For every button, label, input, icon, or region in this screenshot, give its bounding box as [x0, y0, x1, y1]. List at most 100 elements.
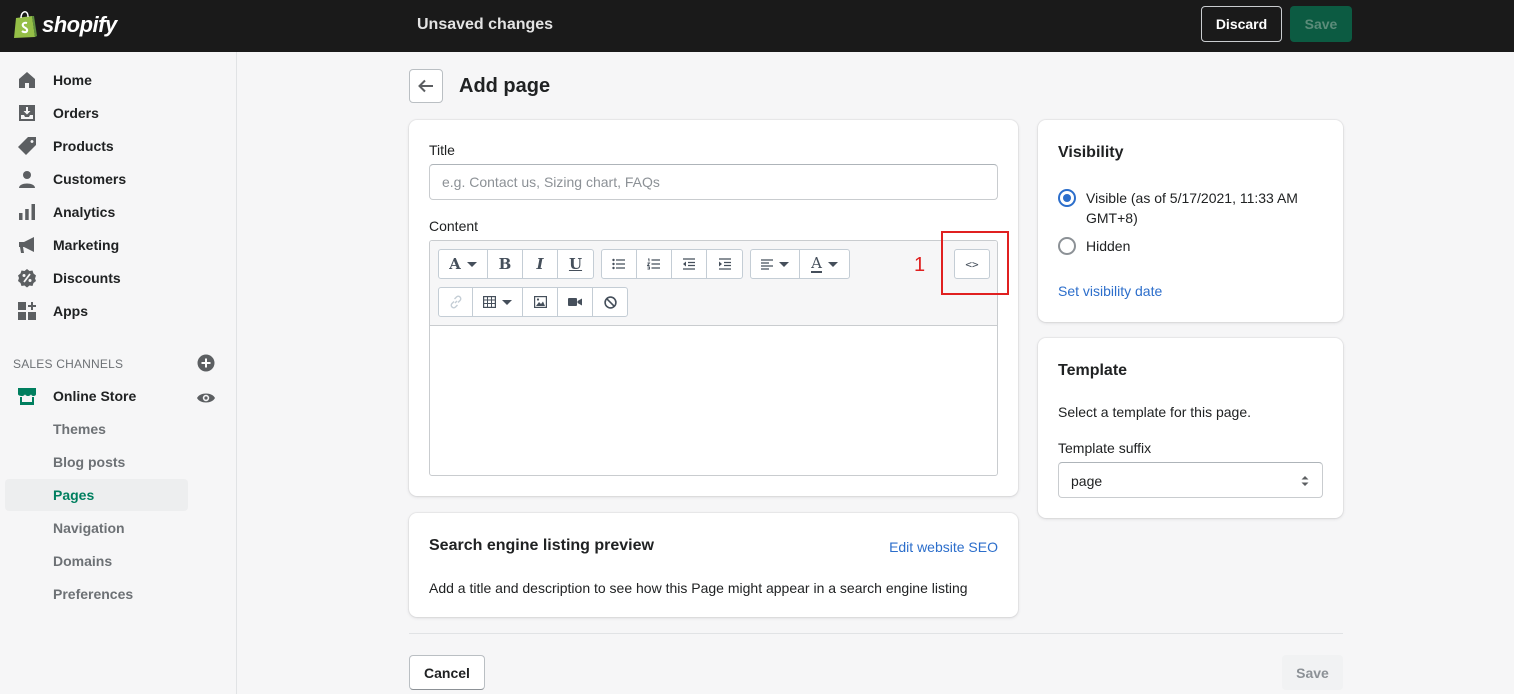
hidden-radio[interactable] [1058, 237, 1076, 255]
sidebar-subitem-navigation[interactable]: Navigation [5, 512, 188, 544]
font-style-dropdown[interactable]: A [439, 250, 488, 278]
bold-icon: B [498, 255, 512, 273]
bold-button[interactable]: B [488, 250, 523, 278]
sidebar-subitem-label: Preferences [53, 586, 134, 602]
sales-channels-heading: SALES CHANNELS [13, 357, 124, 371]
insert-image-button[interactable] [523, 288, 558, 316]
select-arrows-icon [1301, 476, 1309, 486]
alignment-dropdown[interactable] [751, 250, 800, 278]
text-format-group: A B I U [438, 249, 594, 279]
sidebar-item-analytics[interactable]: Analytics [0, 196, 237, 228]
page-title: Add page [459, 75, 551, 97]
sidebar: Home Orders Products Customers Analytics… [0, 52, 237, 694]
list-format-group [601, 249, 743, 279]
insert-link-button[interactable] [439, 288, 473, 316]
sidebar-subitem-label: Pages [53, 487, 95, 503]
shopify-bag-icon [14, 11, 37, 38]
edit-seo-link[interactable]: Edit website SEO [889, 539, 998, 555]
visibility-title: Visibility [1058, 144, 1124, 161]
content-label: Content [429, 218, 479, 234]
sidebar-subitem-domains[interactable]: Domains [5, 545, 188, 577]
hidden-label: Hidden [1086, 238, 1131, 254]
arrow-left-icon [418, 79, 433, 93]
insert-video-button[interactable] [558, 288, 593, 316]
indent-button[interactable] [707, 250, 742, 278]
sidebar-item-label: Online Store [53, 388, 137, 404]
sidebar-subitem-label: Domains [53, 553, 113, 569]
chevron-down-icon [827, 261, 838, 267]
sidebar-subitem-pages[interactable]: Pages [5, 479, 188, 511]
sidebar-item-marketing[interactable]: Marketing [0, 229, 237, 261]
cancel-button[interactable]: Cancel [409, 655, 485, 690]
insert-table-dropdown[interactable] [473, 288, 523, 316]
font-style-icon: A [449, 255, 461, 273]
chevron-down-icon [779, 261, 789, 267]
link-icon [450, 295, 461, 309]
text-color-icon: A [811, 253, 822, 273]
sidebar-item-discounts[interactable]: Discounts [0, 262, 237, 294]
sidebar-subitem-preferences[interactable]: Preferences [5, 578, 188, 610]
template-description: Select a template for this page. [1058, 404, 1251, 420]
sidebar-item-label: Home [53, 72, 92, 88]
save-button-top[interactable]: Save [1290, 6, 1352, 42]
sidebar-item-apps[interactable]: Apps [0, 295, 237, 327]
title-input[interactable] [429, 164, 998, 200]
image-icon [533, 296, 547, 308]
person-icon [19, 171, 35, 188]
sidebar-item-orders[interactable]: Orders [0, 97, 237, 129]
sidebar-item-products[interactable]: Products [0, 130, 237, 162]
outdent-button[interactable] [672, 250, 707, 278]
sidebar-item-label: Apps [53, 303, 88, 319]
editor-content-area[interactable] [430, 327, 997, 475]
text-color-dropdown[interactable]: A [800, 250, 849, 278]
template-suffix-value: page [1071, 473, 1103, 489]
template-suffix-select[interactable]: page [1058, 462, 1323, 498]
logo-text: shopify [42, 12, 117, 37]
seo-title: Search engine listing preview [429, 537, 654, 554]
sidebar-subitem-label: Blog posts [53, 454, 126, 470]
shopify-logo[interactable]: shopify [12, 10, 117, 40]
bar-chart-icon [19, 204, 35, 220]
italic-button[interactable]: I [523, 250, 558, 278]
align-left-icon [761, 258, 773, 270]
template-suffix-label: Template suffix [1058, 440, 1152, 456]
sidebar-item-label: Products [53, 138, 114, 154]
discard-button[interactable]: Discard [1201, 6, 1282, 42]
underline-button[interactable]: U [558, 250, 593, 278]
footer-divider [409, 633, 1343, 634]
sidebar-item-label: Orders [53, 105, 99, 121]
numbered-list-icon [647, 258, 660, 270]
sidebar-item-customers[interactable]: Customers [0, 163, 237, 195]
visible-label-timezone: GMT+8) [1086, 210, 1138, 226]
annotation-highlight-box [941, 231, 1009, 295]
set-visibility-date-link[interactable]: Set visibility date [1058, 283, 1162, 299]
alignment-color-group: A [750, 249, 850, 279]
clear-formatting-button[interactable] [593, 288, 627, 316]
add-sales-channel-icon[interactable] [197, 354, 215, 372]
view-store-eye-icon[interactable] [196, 388, 216, 408]
save-button-bottom[interactable]: Save [1282, 655, 1343, 690]
bulleted-list-button[interactable] [602, 250, 637, 278]
chevron-down-icon [466, 261, 477, 267]
rich-text-editor: A B I U A <> [429, 240, 998, 476]
sidebar-subitem-blog-posts[interactable]: Blog posts [5, 446, 188, 478]
underline-icon: U [568, 255, 583, 273]
clear-formatting-icon [603, 295, 617, 309]
tag-icon [18, 137, 36, 155]
discount-icon [18, 269, 36, 288]
table-icon [483, 296, 496, 308]
back-button[interactable] [409, 69, 443, 103]
top-bar: shopify Unsaved changes Discard Save [0, 0, 1514, 52]
megaphone-icon [19, 237, 34, 253]
numbered-list-button[interactable] [637, 250, 672, 278]
sidebar-subitem-themes[interactable]: Themes [5, 413, 188, 445]
indent-icon [718, 258, 731, 270]
sidebar-item-home[interactable]: Home [0, 64, 237, 96]
seo-preview-card: Search engine listing preview Edit websi… [409, 513, 1018, 617]
page-content-card: Title Content A B I U [409, 120, 1018, 496]
unsaved-changes-status: Unsaved changes [417, 16, 554, 33]
visible-radio[interactable] [1058, 189, 1076, 207]
template-title: Template [1058, 362, 1128, 379]
template-card: Template Select a template for this page… [1038, 338, 1343, 518]
apps-icon [18, 302, 36, 320]
